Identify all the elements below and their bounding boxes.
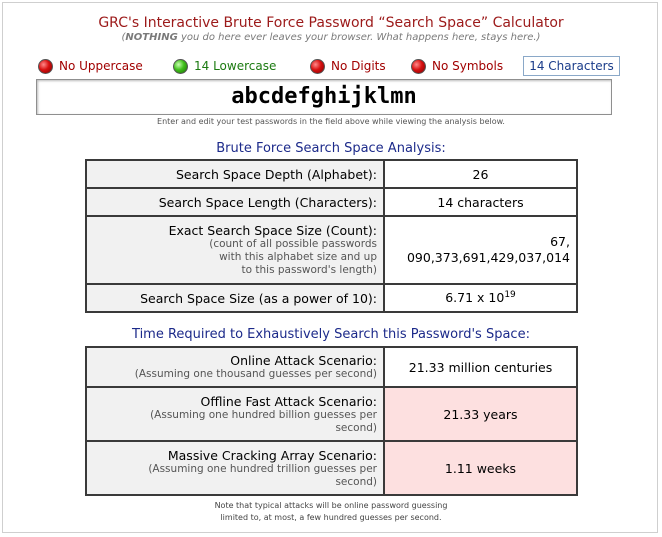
uppercase-indicator: No Uppercase [38, 55, 143, 77]
lowercase-indicator-label: 14 Lowercase [194, 59, 277, 73]
online-label-cell: Online Attack Scenario: (Assuming one th… [85, 346, 385, 388]
subtitle-text: you do here ever leaves your browser. Wh… [177, 32, 541, 43]
offline-label: Offline Fast Attack Scenario: [200, 393, 377, 409]
symbols-indicator-label: No Symbols [432, 59, 504, 73]
offline-note-2: second) [335, 421, 377, 434]
digits-indicator-label: No Digits [331, 59, 386, 73]
lowercase-indicator: 14 Lowercase [173, 55, 276, 77]
online-label: Online Attack Scenario: [230, 353, 377, 368]
footnote: Note that typical attacks will be online… [0, 500, 662, 524]
exact-size-note-3: to this password's length) [241, 264, 378, 276]
exact-size-value-cell: 67, 090,373,691,429,037,014 [383, 215, 578, 285]
uppercase-indicator-label: No Uppercase [59, 59, 143, 73]
massive-value: 1.11 weeks [383, 440, 578, 496]
power-label: Search Space Size (as a power of 10): [85, 283, 385, 313]
footnote-line-1: Note that typical attacks will be online… [214, 501, 448, 510]
red-status-light-icon [310, 58, 325, 74]
character-count-badge: 14 Characters [523, 56, 620, 76]
table-row: Exact Search Space Size (Count): (count … [85, 215, 578, 285]
massive-label: Massive Cracking Array Scenario: [167, 447, 377, 463]
massive-note-2: second) [335, 475, 377, 488]
password-hint: Enter and edit your test passwords in th… [157, 117, 505, 126]
online-value: 21.33 million centuries [383, 346, 578, 388]
green-status-light-icon [173, 58, 188, 74]
exact-size-value-line-1: 67, [550, 234, 570, 249]
table-row: Search Space Length (Characters): 14 cha… [85, 187, 578, 217]
red-status-light-icon [38, 58, 53, 74]
massive-note-1: (Assuming one hundred trillion guesses p… [148, 462, 377, 475]
symbols-indicator: No Symbols [411, 55, 503, 77]
power-value: 6.71 x 1019 [383, 283, 578, 313]
power-mantissa: 6.71 x 10 [445, 290, 505, 306]
table-row: Search Space Depth (Alphabet): 26 [85, 159, 578, 189]
exact-size-note-1: (count of all possible passwords [209, 238, 377, 250]
exact-size-value-line-2: 090,373,691,429,037,014 [406, 250, 570, 265]
red-status-light-icon [411, 58, 426, 74]
subtitle-emphasis: NOTHING [125, 32, 178, 43]
power-exponent: 19 [504, 290, 516, 301]
page-subtitle: (NOTHING you do here ever leaves your br… [0, 32, 662, 43]
table-row: Massive Cracking Array Scenario: (Assumi… [85, 440, 578, 496]
online-note: (Assuming one thousand guesses per secon… [134, 368, 377, 380]
footnote-line-2: limited to, at most, a few hundred guess… [220, 513, 442, 522]
massive-label-cell: Massive Cracking Array Scenario: (Assumi… [85, 440, 385, 496]
table-row: Online Attack Scenario: (Assuming one th… [85, 346, 578, 388]
page-title: GRC's Interactive Brute Force Password “… [98, 15, 564, 31]
analysis-heading: Brute Force Search Space Analysis: [216, 141, 446, 156]
length-value: 14 characters [383, 187, 578, 217]
time-table: Online Attack Scenario: (Assuming one th… [85, 346, 578, 496]
table-row: Search Space Size (as a power of 10): 6.… [85, 283, 578, 313]
digits-indicator: No Digits [310, 55, 386, 77]
exact-size-note-2: with this alphabet size and up [219, 251, 377, 263]
analysis-table: Search Space Depth (Alphabet): 26 Search… [85, 159, 578, 313]
password-input[interactable]: abcdefghijklmn [36, 79, 612, 115]
depth-label: Search Space Depth (Alphabet): [85, 159, 385, 189]
time-heading: Time Required to Exhaustively Search thi… [132, 327, 530, 342]
length-label: Search Space Length (Characters): [85, 187, 385, 217]
offline-note-1: (Assuming one hundred billion guesses pe… [150, 408, 377, 421]
offline-label-cell: Offline Fast Attack Scenario: (Assuming … [85, 386, 385, 442]
offline-value: 21.33 years [383, 386, 578, 442]
exact-size-label-cell: Exact Search Space Size (Count): (count … [85, 215, 385, 285]
table-row: Offline Fast Attack Scenario: (Assuming … [85, 386, 578, 442]
depth-value: 26 [383, 159, 578, 189]
exact-size-label: Exact Search Space Size (Count): [168, 223, 377, 238]
